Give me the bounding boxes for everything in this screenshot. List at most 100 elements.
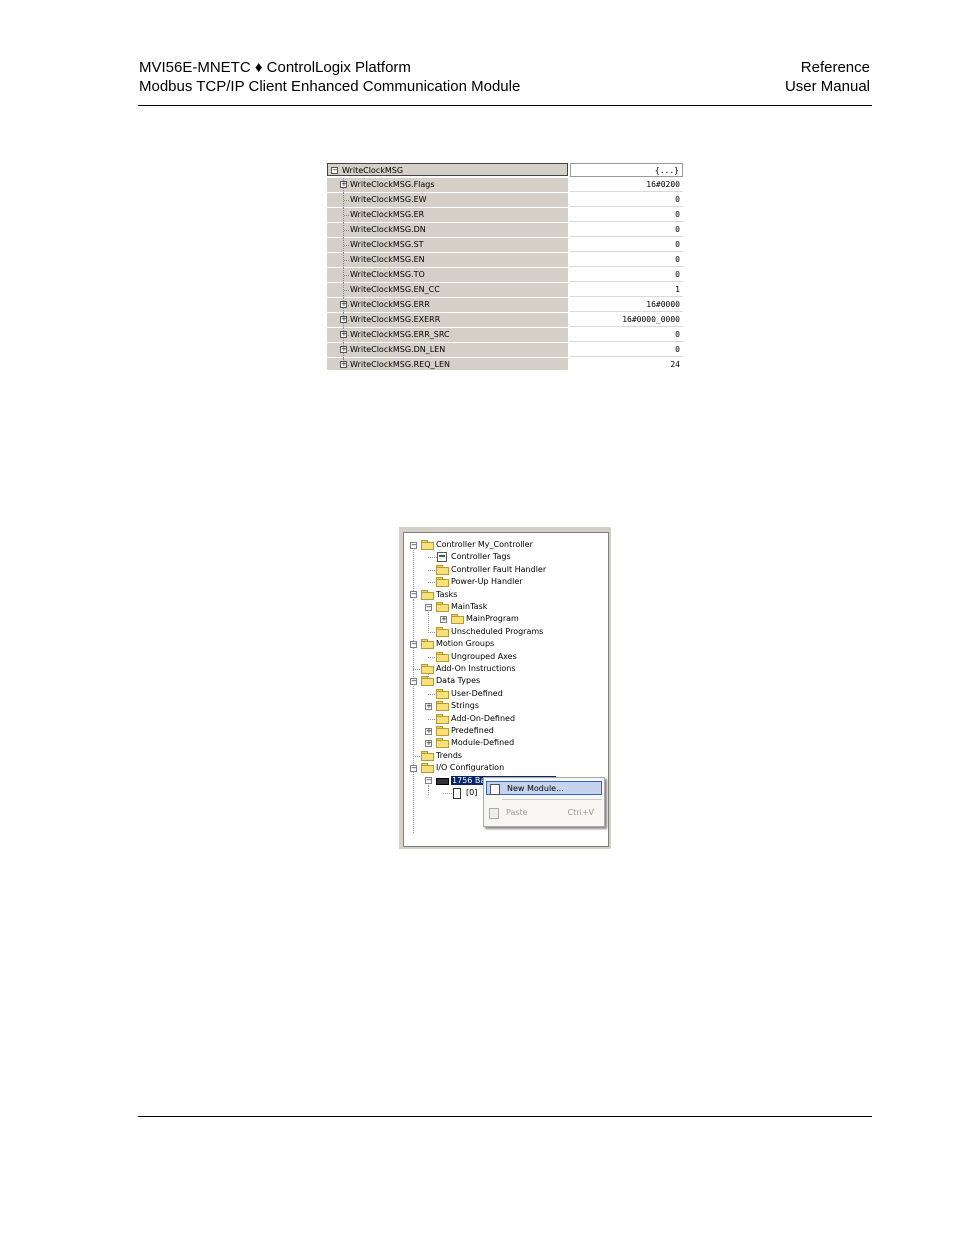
folder-icon — [421, 750, 434, 761]
tag-row[interactable]: + WriteClockMSG.DN_LEN 0 — [327, 343, 683, 358]
expand-icon[interactable]: + — [340, 301, 347, 308]
collapse-icon[interactable]: − — [331, 167, 338, 174]
tag-name-cell: + WriteClockMSG.ERR_SRC — [327, 328, 568, 343]
tags-icon — [436, 552, 448, 563]
tree-node-label: Predefined — [451, 726, 494, 735]
context-menu: New Module... Paste Ctrl+V — [483, 777, 605, 827]
tag-monitor-table: − WriteClockMSG {...} + WriteClockMSG.Flags 1… — [327, 163, 683, 370]
expand-icon[interactable]: + — [340, 331, 347, 338]
tag-value[interactable]: 0 — [570, 268, 683, 282]
tag-name-cell: − WriteClockMSG — [327, 163, 568, 176]
tag-value[interactable]: 0 — [570, 253, 683, 267]
tag-row[interactable]: WriteClockMSG.ER 0 — [327, 208, 683, 223]
tree-connector — [344, 275, 349, 276]
tag-row[interactable]: + WriteClockMSG.EXERR 16#0000_0000 — [327, 313, 683, 328]
tree-node[interactable]: Predefined — [436, 725, 494, 737]
backplane-icon — [436, 776, 449, 785]
tag-value[interactable]: 0 — [570, 328, 683, 342]
tag-name-cell: WriteClockMSG.DN — [327, 223, 568, 238]
tree-node[interactable]: Add-On Instructions — [421, 663, 516, 675]
tree-node[interactable]: User-Defined — [436, 688, 503, 700]
collapse-icon[interactable]: − — [410, 591, 417, 599]
expand-icon[interactable]: + — [340, 316, 347, 323]
tree-node[interactable]: Add-On-Defined — [436, 713, 515, 725]
controller-organizer-tree: [0]1756 Backplane, 1756-A4I/O Configurat… — [403, 532, 609, 847]
tag-value[interactable]: 16#0200 — [570, 178, 683, 192]
tree-node[interactable]: I/O Configuration — [421, 762, 504, 774]
tag-value[interactable]: 0 — [570, 223, 683, 237]
expand-icon[interactable]: + — [340, 346, 347, 353]
tree-node[interactable]: MainTask — [436, 601, 487, 613]
tree-node-label: MainTask — [451, 602, 488, 611]
tag-row[interactable]: WriteClockMSG.EN 0 — [327, 253, 683, 268]
context-menu-new-module[interactable]: New Module... — [486, 781, 602, 795]
tag-row[interactable]: − WriteClockMSG {...} — [327, 163, 683, 178]
tree-node[interactable]: Power-Up Handler — [436, 576, 523, 588]
tree-connector — [428, 693, 437, 695]
collapse-icon[interactable]: − — [425, 777, 432, 785]
tree-node-label: Strings — [451, 701, 480, 711]
tree-node[interactable]: MainProgram — [451, 613, 519, 625]
tree-node[interactable]: Module-Defined — [436, 737, 514, 749]
tag-value[interactable]: 1 — [570, 283, 683, 297]
tree-node-label: Unscheduled Programs — [451, 626, 544, 636]
tag-row[interactable]: + WriteClockMSG.Flags 16#0200 — [327, 178, 683, 193]
expand-icon[interactable]: + — [425, 702, 432, 710]
context-menu-paste[interactable]: Paste Ctrl+V — [486, 806, 602, 820]
tree-node[interactable]: Motion Groups — [421, 638, 494, 650]
tag-value[interactable]: 0 — [570, 238, 683, 252]
tag-name-cell: WriteClockMSG.EW — [327, 193, 568, 208]
tree-node-label: Tasks — [436, 589, 458, 599]
expand-icon[interactable]: + — [340, 181, 347, 188]
expand-icon[interactable]: + — [440, 615, 447, 623]
tree-node[interactable]: Trends — [421, 750, 462, 762]
tag-value[interactable]: 16#0000_0000 — [570, 313, 683, 327]
tag-value[interactable]: 0 — [570, 343, 683, 357]
tag-name: WriteClockMSG.TO — [350, 270, 425, 279]
tree-node[interactable]: Data Types — [421, 675, 480, 687]
tree-node[interactable]: Tasks — [421, 589, 457, 601]
collapse-icon[interactable]: − — [410, 677, 417, 685]
tree-connector — [428, 718, 437, 720]
tree-node-label: I/O Configuration — [436, 763, 505, 773]
tag-name-cell: WriteClockMSG.EN_CC — [327, 283, 568, 298]
expand-icon[interactable]: + — [340, 361, 347, 368]
collapse-icon[interactable]: − — [410, 764, 417, 772]
tree-connector — [344, 215, 349, 216]
tag-value[interactable]: 24 — [570, 358, 683, 370]
tag-row[interactable]: WriteClockMSG.EW 0 — [327, 193, 683, 208]
tag-value[interactable]: 16#0000 — [570, 298, 683, 312]
tag-value[interactable]: {...} — [570, 163, 683, 177]
tag-row[interactable]: + WriteClockMSG.REQ_LEN 24 — [327, 358, 683, 370]
tree-connector — [344, 290, 349, 291]
folder-icon — [421, 763, 434, 774]
tree-connector — [428, 582, 437, 584]
tree-guide-line — [413, 543, 414, 593]
tree-node[interactable]: Controller My_Controller — [421, 539, 533, 551]
tag-row[interactable]: + WriteClockMSG.ERR_SRC 0 — [327, 328, 683, 343]
header-product-subtitle: Modbus TCP/IP Client Enhanced Communicat… — [139, 78, 521, 95]
tree-node[interactable]: Controller Tags — [436, 551, 511, 563]
tag-row[interactable]: WriteClockMSG.ST 0 — [327, 238, 683, 253]
tag-row[interactable]: WriteClockMSG.DN 0 — [327, 223, 683, 238]
tag-row[interactable]: + WriteClockMSG.ERR 16#0000 — [327, 298, 683, 313]
tag-name-cell: + WriteClockMSG.DN_LEN — [327, 343, 568, 358]
tree-node[interactable]: [0] — [451, 787, 477, 799]
tree-guide-line — [413, 599, 414, 833]
tree-node[interactable]: Unscheduled Programs — [436, 626, 543, 638]
expand-icon[interactable]: + — [425, 727, 432, 735]
tree-node[interactable]: Strings — [436, 700, 479, 712]
collapse-icon[interactable]: − — [425, 603, 432, 611]
tree-node[interactable]: Controller Fault Handler — [436, 564, 546, 576]
tree-node[interactable]: Ungrouped Axes — [436, 651, 517, 663]
tag-value[interactable]: 0 — [570, 208, 683, 222]
collapse-icon[interactable]: − — [410, 640, 417, 648]
collapse-icon[interactable]: − — [410, 541, 417, 549]
datatype-folder-icon — [436, 701, 449, 712]
tag-row[interactable]: WriteClockMSG.TO 0 — [327, 268, 683, 283]
tag-row[interactable]: WriteClockMSG.EN_CC 1 — [327, 283, 683, 298]
expand-icon[interactable]: + — [425, 739, 432, 747]
tag-value[interactable]: 0 — [570, 193, 683, 207]
tree-node-label: Module-Defined — [451, 738, 515, 748]
tree-connector — [413, 669, 422, 670]
